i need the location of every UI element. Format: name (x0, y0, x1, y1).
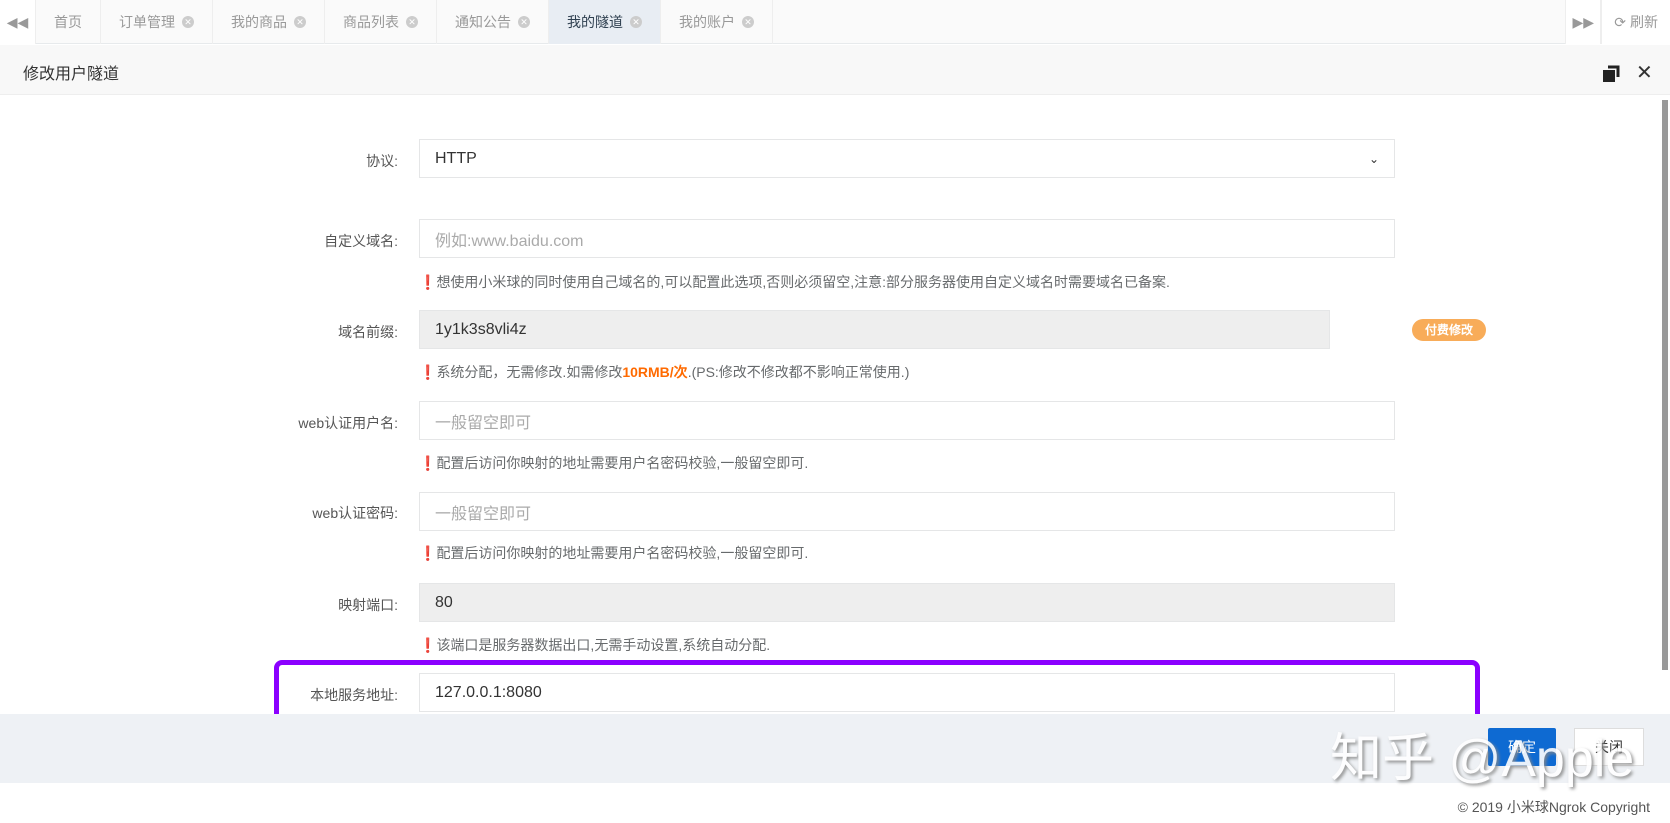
info-icon: ❗ (419, 637, 437, 653)
maximize-icon[interactable] (1603, 65, 1620, 82)
tab-label: 首页 (54, 14, 82, 30)
web-user-input[interactable]: 一般留空即可 (419, 401, 1395, 440)
tab-close-icon[interactable]: ✕ (294, 16, 306, 28)
scroll-tabs-right-button[interactable]: ▶▶ (1565, 0, 1602, 44)
tab-3[interactable]: 商品列表 ✕ (325, 0, 437, 44)
dialog-title: 修改用户隧道 (23, 66, 120, 83)
chevron-down-icon: ⌄ (1368, 151, 1379, 166)
tab-0[interactable]: 首页 (36, 0, 101, 44)
port-input[interactable]: 80 (419, 583, 1395, 622)
tab-close-icon[interactable]: ✕ (182, 16, 194, 28)
tab-6[interactable]: 我的账户 ✕ (661, 0, 773, 44)
tab-2[interactable]: 我的商品 ✕ (213, 0, 325, 44)
refresh-button[interactable]: ⟳ 刷新 (1601, 0, 1670, 44)
protocol-label: 协议: (366, 153, 398, 169)
web-user-hint: ❗配置后访问你映射的地址需要用户名密码校验,一般留空即可. (419, 455, 809, 471)
info-icon: ❗ (419, 364, 437, 380)
web-user-label: web认证用户名: (298, 415, 398, 431)
paid-modify-badge[interactable]: 付费修改 (1412, 319, 1486, 341)
tab-1[interactable]: 订单管理 ✕ (101, 0, 213, 44)
tab-label: 我的隧道 (567, 14, 623, 30)
refresh-icon: ⟳ (1614, 13, 1626, 30)
tab-4[interactable]: 通知公告 ✕ (437, 0, 549, 44)
tab-label: 通知公告 (455, 14, 511, 30)
tab-close-icon[interactable]: ✕ (406, 16, 418, 28)
port-hint: ❗该端口是服务器数据出口,无需手动设置,系统自动分配. (419, 637, 771, 653)
custom-domain-input[interactable]: 例如:www.baidu.com (419, 219, 1395, 258)
web-pass-hint: ❗配置后访问你映射的地址需要用户名密码校验,一般留空即可. (419, 545, 809, 561)
port-label: 映射端口: (338, 597, 398, 613)
prefix-hint: ❗系统分配，无需修改.如需修改10RMB/次.(PS:修改不修改都不影响正常使用… (419, 364, 910, 380)
tab-label: 订单管理 (119, 14, 175, 30)
tab-label: 我的账户 (679, 14, 735, 30)
tab-bar: ◀◀ 首页 订单管理 ✕ 我的商品 ✕ 商品列表 ✕ 通知公告 ✕ 我的隧道 ✕ 我的账户 ✕ (0, 0, 1670, 44)
custom-domain-label: 自定义域名: (324, 233, 398, 249)
watermark: 知乎 @Apple (1330, 730, 1635, 788)
info-icon: ❗ (419, 274, 437, 290)
prefix-input[interactable]: 1y1k3s8vli4z (419, 310, 1330, 349)
close-icon[interactable]: ✕ (1636, 60, 1653, 85)
copyright: © 2019 小米球Ngrok Copyright (1457, 799, 1650, 815)
tab-label: 商品列表 (343, 14, 399, 30)
tab-close-icon[interactable]: ✕ (742, 16, 754, 28)
prefix-label: 域名前缀: (338, 324, 398, 340)
scrollbar[interactable] (1662, 100, 1668, 670)
custom-domain-hint: ❗想使用小米球的同时使用自己域名的,可以配置此选项,否则必须留空,注意:部分服务… (419, 274, 1170, 290)
tab-close-icon[interactable]: ✕ (630, 16, 642, 28)
info-icon: ❗ (419, 545, 437, 561)
tab-label: 我的商品 (231, 14, 287, 30)
dialog-header: 修改用户隧道 (0, 45, 1670, 95)
protocol-select[interactable]: HTTP ⌄ (419, 139, 1395, 178)
info-icon: ❗ (419, 455, 437, 471)
tab-close-icon[interactable]: ✕ (518, 16, 530, 28)
web-pass-label: web认证密码: (312, 505, 398, 521)
tab-5[interactable]: 我的隧道 ✕ (549, 0, 661, 44)
scroll-tabs-left-button[interactable]: ◀◀ (0, 0, 36, 44)
web-pass-input[interactable]: 一般留空即可 (419, 492, 1395, 531)
highlight-box (274, 660, 1480, 722)
